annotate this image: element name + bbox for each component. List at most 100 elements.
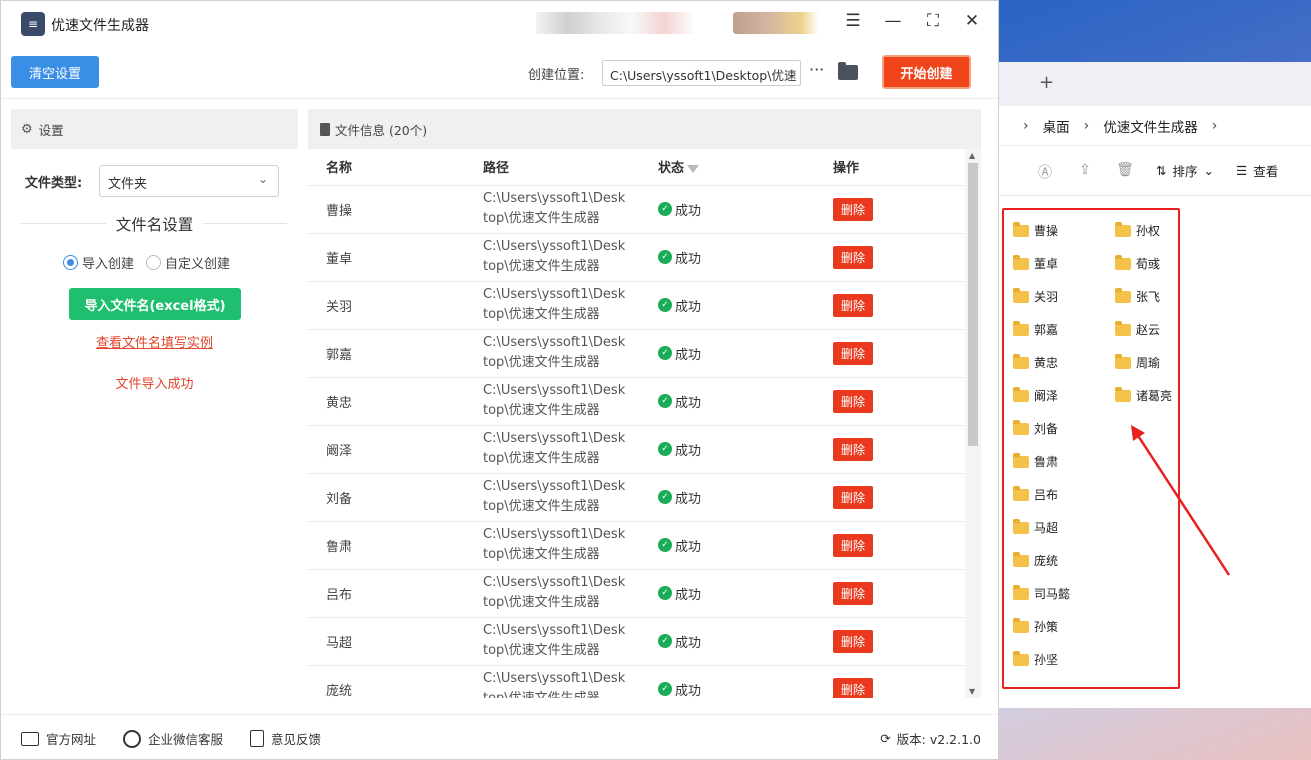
- folder-item[interactable]: 刘备: [1013, 412, 1070, 445]
- delete-button[interactable]: 删除: [833, 485, 874, 509]
- folder-label: 张飞: [1136, 290, 1161, 304]
- column-header-path: 路径: [483, 149, 658, 186]
- view-button[interactable]: ☰ 查看: [1236, 161, 1278, 180]
- radio-import-create[interactable]: 导入创建: [63, 253, 134, 272]
- breadcrumb-desktop[interactable]: 桌面: [1043, 116, 1070, 136]
- delete-button[interactable]: 删除: [833, 581, 874, 605]
- folder-item[interactable]: 诸葛亮: [1115, 379, 1172, 412]
- file-table-container[interactable]: 名称 路径 状态 操作 曹操 C:\Users\yssoft1\Desk top\优…: [308, 149, 964, 698]
- folder-icon: [1115, 254, 1131, 270]
- table-scrollbar[interactable]: ▲ ▼: [965, 149, 981, 698]
- folder-item[interactable]: 吕布: [1013, 478, 1070, 511]
- folder-item[interactable]: 司马懿: [1013, 577, 1070, 610]
- import-filenames-button[interactable]: 导入文件名(excel格式): [69, 288, 241, 320]
- folder-item[interactable]: 孙坚: [1013, 643, 1070, 676]
- share-icon[interactable]: ⇪: [1076, 162, 1094, 180]
- row-path-line2: top\优速文件生成器: [483, 595, 600, 610]
- folder-icon: [1013, 287, 1029, 303]
- folder-icon: [1115, 320, 1131, 336]
- folder-item[interactable]: 赵云: [1115, 313, 1172, 346]
- folder-item[interactable]: 周瑜: [1115, 346, 1172, 379]
- folder-label: 阚泽: [1034, 389, 1059, 403]
- delete-button[interactable]: 删除: [833, 677, 874, 698]
- folder-item[interactable]: 阚泽: [1013, 379, 1070, 412]
- minimize-icon[interactable]: —: [881, 11, 905, 31]
- location-input[interactable]: C:\Users\yssoft1\Desktop\优速: [602, 60, 801, 86]
- breadcrumb-folder[interactable]: 优速文件生成器: [1103, 116, 1198, 136]
- scroll-up-icon[interactable]: ▲: [969, 151, 975, 160]
- wechat-icon: [123, 729, 141, 748]
- delete-button[interactable]: 删除: [833, 437, 874, 461]
- file-type-value: 文件夹: [108, 177, 148, 192]
- view-label: 查看: [1253, 164, 1279, 179]
- sort-button[interactable]: ⇅ 排序 ⌄: [1156, 161, 1214, 180]
- folder-icon: [1115, 221, 1131, 237]
- file-type-select[interactable]: 文件夹 ⌄: [99, 165, 279, 197]
- delete-button[interactable]: 删除: [833, 533, 874, 557]
- delete-button[interactable]: 删除: [833, 389, 874, 413]
- row-path-line2: top\优速文件生成器: [483, 211, 600, 226]
- folder-item[interactable]: 曹操: [1013, 214, 1070, 247]
- folder-item[interactable]: 马超: [1013, 511, 1070, 544]
- check-circle-icon: ✓: [658, 202, 672, 216]
- app-logo-icon: ≡: [21, 12, 45, 36]
- delete-button[interactable]: 删除: [833, 629, 874, 653]
- row-path-line1: C:\Users\yssoft1\Desk: [483, 575, 626, 590]
- folder-icon: [1013, 221, 1029, 237]
- delete-icon[interactable]: 🗑: [1116, 162, 1134, 180]
- start-create-button[interactable]: 开始创建: [882, 55, 971, 89]
- column-header-status[interactable]: 状态: [658, 149, 833, 186]
- folder-item[interactable]: 孙权: [1115, 214, 1172, 247]
- new-tab-icon[interactable]: +: [1039, 72, 1054, 93]
- folder-item[interactable]: 荀彧: [1115, 247, 1172, 280]
- version-info[interactable]: ⟳ 版本: v2.2.1.0: [880, 729, 981, 748]
- more-icon[interactable]: ···: [809, 60, 824, 79]
- folder-label: 孙坚: [1034, 653, 1059, 667]
- menu-icon[interactable]: ☰: [841, 11, 865, 31]
- column-header-name: 名称: [308, 149, 483, 186]
- settings-header: ⚙ 设置: [11, 109, 298, 149]
- feedback-label: 意见反馈: [271, 732, 322, 747]
- location-label: 创建位置:: [528, 68, 585, 83]
- folder-item[interactable]: 董卓: [1013, 247, 1070, 280]
- folder-column-2: 孙权 荀彧张飞赵云 周瑜 诸葛亮: [1115, 214, 1172, 412]
- folder-item[interactable]: 庞统: [1013, 544, 1070, 577]
- folder-item[interactable]: 鲁肃: [1013, 445, 1070, 478]
- website-icon: [21, 731, 39, 746]
- scrollbar-thumb[interactable]: [968, 163, 978, 446]
- row-path: C:\Users\yssoft1\Desk top\优速文件生成器: [483, 329, 658, 378]
- view-example-link[interactable]: 查看文件名填写实例: [11, 332, 298, 351]
- folder-item[interactable]: 郭嘉: [1013, 313, 1070, 346]
- radio-custom-create[interactable]: 自定义创建: [146, 253, 230, 272]
- check-circle-icon: ✓: [658, 538, 672, 552]
- filter-icon[interactable]: [687, 164, 700, 173]
- scroll-down-icon[interactable]: ▼: [969, 687, 975, 696]
- table-row: 阚泽 C:\Users\yssoft1\Desk top\优速文件生成器 ✓ 成功 删除: [308, 425, 964, 474]
- row-path-line1: C:\Users\yssoft1\Desk: [483, 239, 626, 254]
- row-name: 阚泽: [308, 425, 483, 474]
- delete-button[interactable]: 删除: [833, 293, 874, 317]
- folder-item[interactable]: 黄忠: [1013, 346, 1070, 379]
- close-icon[interactable]: ✕: [960, 11, 984, 31]
- explorer-toolbar: Ⓐ ⇪ 🗑 ⇅ 排序 ⌄ ☰ 查看: [981, 146, 1311, 196]
- clear-settings-button[interactable]: 清空设置: [11, 56, 99, 88]
- row-path-line1: C:\Users\yssoft1\Desk: [483, 335, 626, 350]
- folder-item[interactable]: 孙策: [1013, 610, 1070, 643]
- folder-open-icon[interactable]: [838, 62, 858, 80]
- row-name: 董卓: [308, 233, 483, 282]
- maximize-icon[interactable]: ⛶: [921, 11, 945, 31]
- titlebar: ≡ 优速文件生成器 ☰ — ⛶ ✕: [1, 1, 998, 45]
- feedback-link[interactable]: 意见反馈: [250, 729, 321, 748]
- folder-item[interactable]: 张飞: [1115, 280, 1172, 313]
- row-path-line1: C:\Users\yssoft1\Desk: [483, 527, 626, 542]
- delete-button[interactable]: 删除: [833, 245, 874, 269]
- delete-button[interactable]: 删除: [833, 341, 874, 365]
- rename-icon[interactable]: Ⓐ: [1036, 162, 1054, 181]
- status-success: ✓ 成功: [658, 584, 701, 603]
- folder-item[interactable]: 关羽: [1013, 280, 1070, 313]
- view-icon: ☰: [1235, 163, 1248, 178]
- delete-button[interactable]: 删除: [833, 197, 874, 221]
- website-label: 官方网址: [46, 732, 97, 747]
- website-link[interactable]: 官方网址: [21, 729, 96, 748]
- wechat-service-link[interactable]: 企业微信客服: [123, 729, 223, 748]
